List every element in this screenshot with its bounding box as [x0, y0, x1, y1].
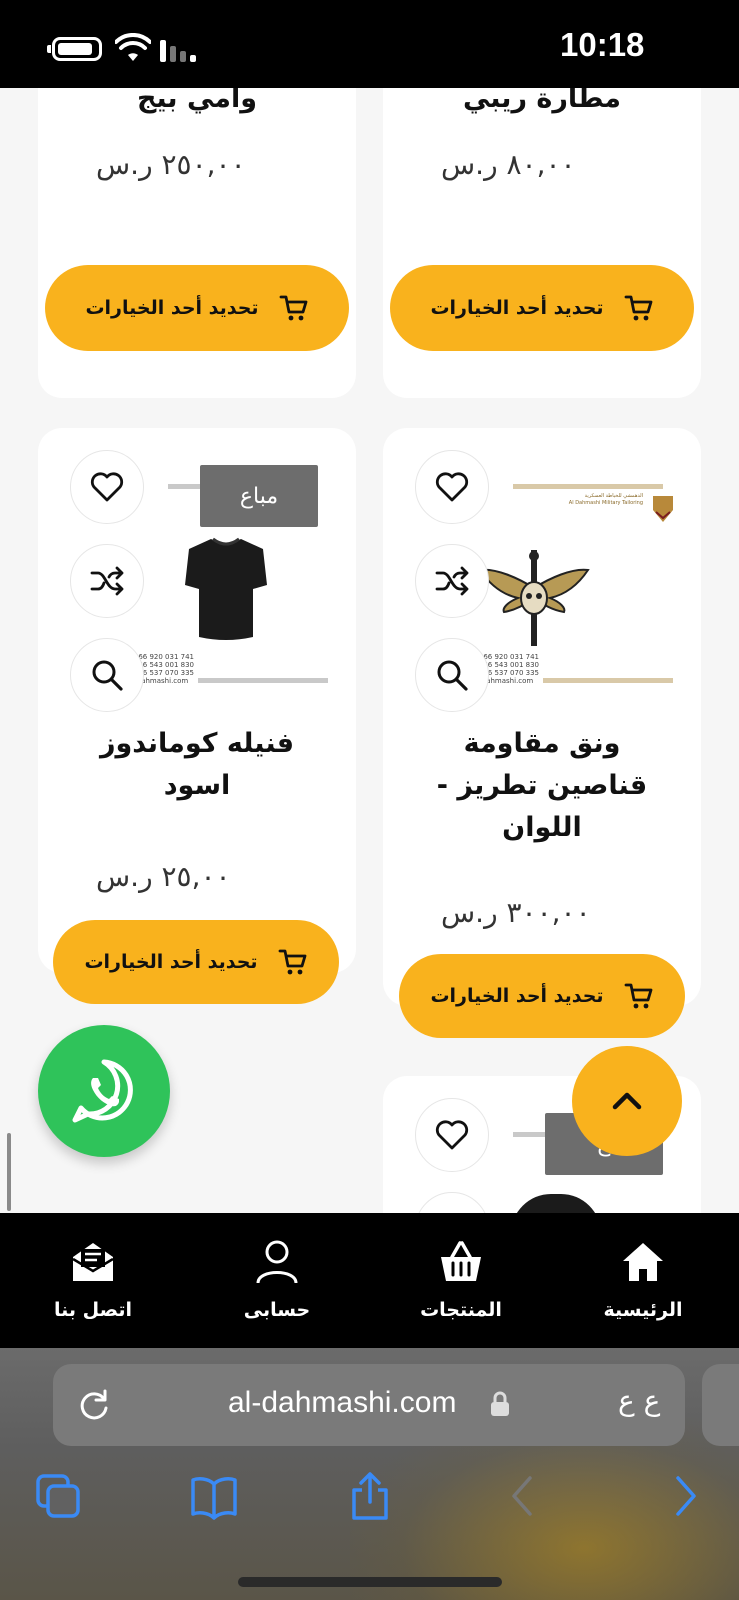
product-name[interactable]: ونق مقاومة قناصين تطريز - اللوان: [383, 723, 701, 849]
share-icon[interactable]: [346, 1472, 394, 1520]
select-options-button[interactable]: تحديد أحد الخيارات: [390, 265, 694, 351]
bottom-navigation: الرئيسية المنتجات حسابى اتصل بنا: [0, 1213, 739, 1348]
nav-item-account[interactable]: حسابى: [202, 1213, 352, 1348]
url-text[interactable]: al-dahmashi.com: [228, 1386, 456, 1420]
shuffle-icon: [435, 566, 469, 596]
quick-view-button[interactable]: [70, 638, 144, 712]
reload-icon[interactable]: [77, 1388, 111, 1422]
button-label: تحديد أحد الخيارات: [430, 985, 604, 1007]
image-stripe: [198, 678, 328, 683]
button-label: تحديد أحد الخيارات: [85, 297, 259, 319]
product-price: ٨٠,٠٠ ر.س: [441, 148, 576, 181]
cart-icon: [278, 949, 306, 975]
product-grid[interactable]: وامي بيج ٢٥٠,٠٠ ر.س تحديد أحد الخيارات م…: [0, 88, 739, 1213]
product-card[interactable]: وامي بيج ٢٥٠,٠٠ ر.س: [38, 88, 356, 398]
image-stripe: [543, 678, 673, 683]
product-price: ٢٥,٠٠ ر.س: [96, 860, 231, 893]
scroll-indicator: [7, 1133, 11, 1211]
product-name[interactable]: مطارة ريبي: [383, 88, 701, 120]
button-label: تحديد أحد الخيارات: [430, 297, 604, 319]
wishlist-button[interactable]: [415, 1098, 489, 1172]
wifi-icon: [115, 33, 151, 61]
nav-label: المنتجات: [420, 1299, 502, 1321]
wishlist-button[interactable]: [415, 450, 489, 524]
lock-icon: [491, 1391, 509, 1416]
nav-label: الرئيسية: [603, 1299, 683, 1321]
sold-badge: مباع: [200, 465, 318, 527]
heart-icon: [435, 472, 469, 502]
product-image[interactable]: [511, 1194, 601, 1213]
product-card[interactable]: الدهمشي للخياطة العسكرية Al Dahmashi Mil…: [383, 428, 701, 1006]
wishlist-button[interactable]: [70, 450, 144, 524]
search-icon: [437, 660, 468, 691]
home-indicator[interactable]: [238, 1577, 502, 1587]
chevron-up-icon: [612, 1092, 642, 1110]
compare-button[interactable]: [415, 544, 489, 618]
select-options-button[interactable]: تحديد أحد الخيارات: [45, 265, 349, 351]
product-price: ٣٠٠,٠٠ ر.س: [441, 896, 591, 929]
nav-item-products[interactable]: المنتجات: [386, 1213, 536, 1348]
brand-text: الدهمشي للخياطة العسكرية Al Dahmashi Mil…: [568, 493, 643, 506]
cart-icon: [279, 295, 307, 321]
search-icon: [92, 660, 123, 691]
basket-icon: [441, 1241, 481, 1281]
product-name[interactable]: وامي بيج: [38, 88, 356, 120]
clock: 10:18: [560, 26, 645, 63]
text-size-button[interactable]: ع ع: [618, 1384, 660, 1417]
bookmarks-icon[interactable]: [190, 1472, 238, 1520]
compare-button[interactable]: [70, 544, 144, 618]
product-card[interactable]: مطارة ريبي ٨٠,٠٠ ر.س: [383, 88, 701, 398]
nav-label: حسابى: [243, 1299, 311, 1321]
scroll-to-top-button[interactable]: [572, 1046, 682, 1156]
product-name[interactable]: فنيله كوماندوز اسود: [38, 723, 356, 807]
brand-logo: [653, 496, 673, 522]
tshirt-image: [185, 537, 267, 640]
select-options-button[interactable]: تحديد أحد الخيارات: [399, 954, 685, 1038]
heart-icon: [90, 472, 124, 502]
heart-icon: [435, 1120, 469, 1150]
nav-item-home[interactable]: الرئيسية: [568, 1213, 718, 1348]
compare-button[interactable]: [415, 1192, 489, 1213]
button-label: تحديد أحد الخيارات: [84, 951, 258, 973]
shuffle-icon: [90, 566, 124, 596]
quick-view-button[interactable]: [415, 638, 489, 712]
whatsapp-button[interactable]: [38, 1025, 170, 1157]
forward-icon[interactable]: [660, 1472, 708, 1520]
nav-label: اتصل بنا: [54, 1299, 132, 1321]
browser-toolbar: al-dahmashi.com ع ع: [0, 1348, 739, 1600]
back-icon[interactable]: [500, 1472, 548, 1520]
image-stripe: [513, 484, 663, 489]
cart-icon: [624, 983, 652, 1009]
home-icon: [623, 1243, 663, 1281]
user-icon: [256, 1240, 298, 1284]
sniper-patch-image: [478, 550, 590, 646]
nav-item-contact[interactable]: اتصل بنا: [18, 1213, 168, 1348]
tabs-icon[interactable]: [34, 1472, 82, 1520]
select-options-button[interactable]: تحديد أحد الخيارات: [53, 920, 339, 1004]
whatsapp-icon: [72, 1059, 133, 1123]
mail-icon: [72, 1243, 114, 1281]
battery-icon: [47, 37, 102, 61]
product-price: ٢٥٠,٠٠ ر.س: [96, 148, 246, 181]
cart-icon: [624, 295, 652, 321]
next-tab-preview[interactable]: [702, 1364, 739, 1446]
address-bar[interactable]: al-dahmashi.com ع ع: [53, 1364, 685, 1446]
status-bar: 10:18: [0, 0, 739, 88]
product-card[interactable]: +966 920 031 741 +966 543 001 830 +966 5…: [38, 428, 356, 973]
signal-icon: [160, 40, 196, 62]
